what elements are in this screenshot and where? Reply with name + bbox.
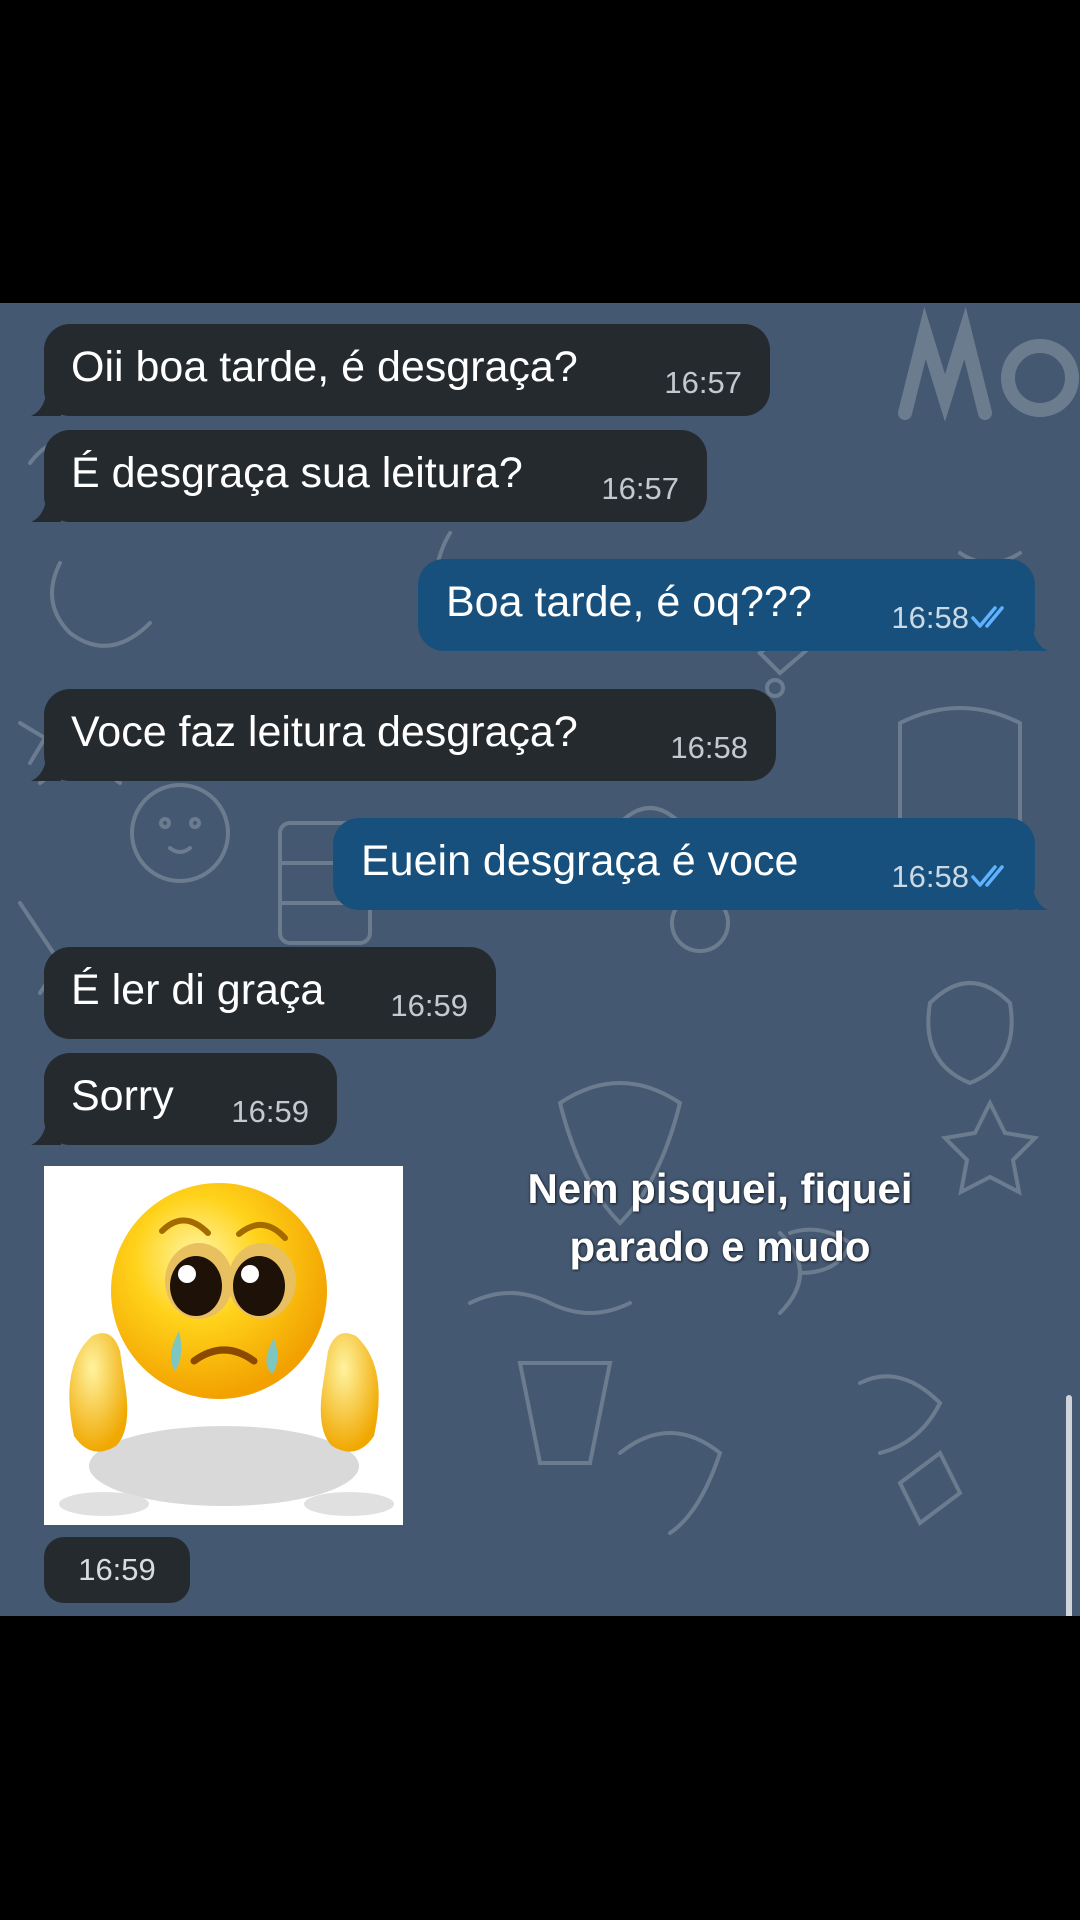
message-text: É ler di graça <box>71 966 325 1014</box>
message-time: 16:57 <box>601 471 679 506</box>
message-text: Sorry <box>71 1072 174 1120</box>
overlay-caption-line: parado e mudo <box>569 1223 871 1270</box>
crying-emoji-sticker[interactable] <box>44 1166 403 1525</box>
message-text: Voce faz leitura desgraça? <box>71 708 578 756</box>
message-bubble-outgoing[interactable]: Boa tarde, é oq??? 16:58 <box>418 559 1048 651</box>
double-check-read-icon <box>971 606 1004 628</box>
message-bubble-outgoing[interactable]: Euein desgraça é voce 16:58 <box>333 818 1048 910</box>
message-bubble-incoming[interactable]: Voce faz leitura desgraça? 16:58 <box>31 689 776 781</box>
bubble-tail <box>1018 623 1048 651</box>
message-bubble-incoming[interactable]: Sorry 16:59 <box>31 1053 337 1145</box>
scrollbar[interactable] <box>1066 1395 1072 1616</box>
bubble-tail <box>31 753 61 781</box>
double-check-read-icon <box>971 865 1004 887</box>
message-text: Euein desgraça é voce <box>361 837 799 885</box>
message-bubble-incoming[interactable]: Oii boa tarde, é desgraça? 16:57 <box>31 324 770 416</box>
message-time: 16:57 <box>664 365 742 400</box>
message-text: É desgraça sua leitura? <box>71 449 523 497</box>
message-bubble-incoming[interactable]: É ler di graça 16:59 <box>44 947 496 1039</box>
message-time: 16:59 <box>231 1094 309 1129</box>
message-text: Boa tarde, é oq??? <box>446 578 812 626</box>
message-time: 16:58 <box>891 600 969 635</box>
bubble-tail <box>1018 882 1048 910</box>
message-bubble-incoming[interactable]: É desgraça sua leitura? 16:57 <box>31 430 707 522</box>
message-text: Oii boa tarde, é desgraça? <box>71 343 578 391</box>
message-time: 16:59 <box>390 988 468 1023</box>
bubble-tail <box>31 388 61 416</box>
bubble-tail <box>31 1117 61 1145</box>
crying-face-icon <box>59 1183 394 1516</box>
sticker-time: 16:59 <box>44 1537 190 1603</box>
message-time: 16:58 <box>670 730 748 765</box>
overlay-caption-line: Nem pisquei, fiquei <box>527 1165 913 1212</box>
bubble-tail <box>31 494 61 522</box>
message-time: 16:58 <box>891 859 969 894</box>
screen: Oii boa tarde, é desgraça? 16:57 É desgr… <box>0 0 1080 1920</box>
overlay-caption: Nem pisquei, fiquei parado e mudo <box>430 1160 1010 1276</box>
